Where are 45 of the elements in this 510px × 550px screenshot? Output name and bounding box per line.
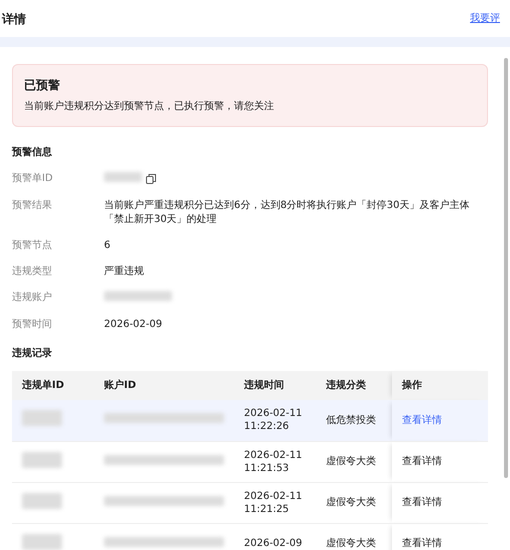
table-cell: 虚假夸大类 xyxy=(326,497,376,508)
column-header: 违规单ID xyxy=(12,371,94,400)
table-cell: 低危禁投类 xyxy=(326,414,376,426)
feedback-link[interactable]: 我要评 xyxy=(470,11,500,26)
field-label: 违规类型 xyxy=(12,265,53,279)
view-details-link[interactable]: 查看详情 xyxy=(402,497,442,508)
section-heading: 预警信息 xyxy=(12,146,53,160)
table-row[interactable]: 2026-02-11 11:21:25 虚假夸大类 查看详情 xyxy=(12,482,488,523)
view-details-link[interactable]: 查看详情 xyxy=(402,538,442,549)
section-heading: 违规记录 xyxy=(12,346,53,361)
page-title: 详情 xyxy=(2,10,26,28)
table-cell-text: 2026-02-09 xyxy=(244,537,304,550)
redacted-value xyxy=(104,291,172,301)
redacted-value xyxy=(22,534,62,550)
field-label: 预警时间 xyxy=(12,318,53,332)
alert-message: 当前账户违规积分达到预警节点，已执行预警，请您关注 xyxy=(24,100,275,114)
redacted-value xyxy=(22,452,62,468)
column-header: 违规时间 xyxy=(234,371,316,400)
view-details-link[interactable]: 查看详情 xyxy=(402,414,442,426)
table-cell-text: 2026-02-11 11:21:25 xyxy=(244,490,304,516)
field-value: 6 xyxy=(104,240,110,251)
table-row[interactable]: 2026-02-11 11:22:26 低危禁投类 查看详情 xyxy=(12,400,488,441)
table-cell-text: 2026-02-11 11:22:26 xyxy=(244,407,304,434)
field-value: 严重违规 xyxy=(104,266,144,277)
table-cell: 虚假夸大类 xyxy=(326,456,376,467)
redacted-value xyxy=(22,410,62,426)
field-label: 预警结果 xyxy=(12,199,53,213)
field-label: 预警节点 xyxy=(12,239,53,253)
column-header: 违规分类 xyxy=(316,371,392,400)
redacted-value xyxy=(104,172,142,182)
copy-icon[interactable] xyxy=(146,174,156,185)
redacted-value xyxy=(22,492,62,508)
field-value: 当前账户严重违规积分已达到6分，达到8分时将执行账户「封停30天」及客户主体「禁止新开30天」的处理 xyxy=(104,200,470,225)
column-header: 账户ID xyxy=(94,371,234,400)
field-value: 2026-02-09 xyxy=(104,319,162,330)
table-cell: 虚假夸大类 xyxy=(326,538,376,549)
column-header: 操作 xyxy=(392,371,488,400)
scrollbar[interactable] xyxy=(504,58,508,478)
field-label: 预警单ID xyxy=(12,172,54,186)
table-cell-text: 2026-02-11 11:21:53 xyxy=(244,448,304,474)
field-label: 违规账户 xyxy=(12,291,53,305)
view-details-link[interactable]: 查看详情 xyxy=(402,456,442,467)
table-row[interactable]: 2026-02-11 11:21:53 虚假夸大类 查看详情 xyxy=(12,441,488,482)
table-row[interactable]: 2026-02-09 虚假夸大类 查看详情 xyxy=(12,523,488,550)
alert-title: 已预警 xyxy=(24,77,61,94)
